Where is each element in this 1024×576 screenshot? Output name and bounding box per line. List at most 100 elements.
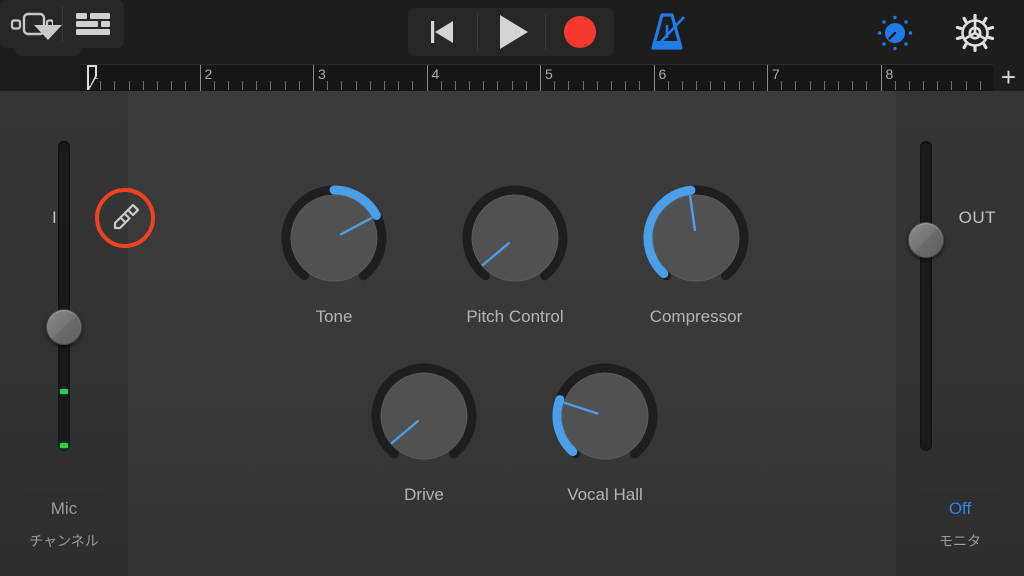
rewind-button[interactable] (408, 8, 477, 56)
ruler-beat-tick (128, 81, 130, 90)
garageband-window: 12345678 + IN (0, 0, 1024, 576)
ruler-beat-tick (156, 81, 158, 90)
fx-controls-button[interactable] (873, 12, 917, 54)
ruler-bar-tick (767, 65, 768, 92)
rewind-to-start-icon (431, 21, 454, 43)
input-meter-segment (60, 443, 68, 448)
ruler-beat-tick (866, 81, 868, 90)
monitor-button[interactable]: Off (915, 492, 1005, 525)
knob-label-drive: Drive (404, 485, 444, 504)
ruler-beat-tick (242, 81, 244, 90)
play-button[interactable] (476, 8, 546, 56)
knob-drive[interactable]: Drive (362, 354, 486, 505)
ruler-beat-tick (923, 81, 925, 90)
knob-label-pitch-control: Pitch Control (466, 307, 564, 326)
channel-button[interactable]: Mic (19, 492, 109, 525)
input-strip: IN Mic チャンネル (0, 91, 155, 576)
metronome-icon (651, 13, 685, 50)
output-level-slider[interactable] (908, 141, 944, 451)
ruler-bar-tick (313, 65, 314, 92)
ruler-beat-tick (951, 81, 953, 90)
knob-dial-pitch-control[interactable] (453, 176, 577, 300)
jack-plug-glyph (113, 203, 140, 230)
ruler-bar-tick (653, 65, 655, 92)
slider-thumb[interactable] (46, 309, 82, 345)
ruler-beat-tick (809, 81, 811, 90)
top-toolbar (0, 0, 1024, 64)
ruler-beat-tick (738, 81, 740, 90)
ruler-beat-tick (681, 81, 683, 90)
ruler-beat-tick (483, 81, 485, 90)
ruler-beat-tick (894, 81, 896, 90)
view-mode-segmented-control (0, 0, 124, 48)
ruler-beat-tick (298, 81, 300, 90)
knob-dial-drive[interactable] (362, 354, 486, 478)
metronome-button[interactable] (645, 10, 691, 54)
knob-compressor[interactable]: Compressor (634, 176, 758, 327)
record-button[interactable] (545, 8, 614, 56)
knob-dial-tone[interactable] (272, 176, 396, 300)
ruler-beat-tick (171, 81, 173, 90)
ruler-beat-tick (596, 81, 598, 90)
ruler-beat-tick (582, 81, 584, 90)
output-strip: OUT Off モニタ (896, 91, 1024, 576)
ruler-bar-tick (426, 65, 428, 92)
tracks-view-icon (76, 13, 110, 35)
instrument-view-icon (10, 12, 53, 36)
ruler-beat-tick (369, 81, 371, 90)
ruler-bar-number: 2 (204, 66, 213, 82)
ruler-beat-tick (142, 81, 144, 90)
ruler-beat-tick (710, 81, 712, 90)
knob-pitch-control[interactable]: Pitch Control (453, 176, 577, 327)
ruler-beat-tick (398, 81, 400, 90)
ruler-bar-tick (199, 65, 201, 92)
knob-dial-compressor[interactable] (634, 176, 758, 300)
knob-dial-vocal-hall[interactable] (543, 354, 667, 478)
ruler-beat-tick (667, 81, 669, 90)
playhead[interactable] (86, 64, 100, 91)
gear-icon (955, 13, 995, 53)
input-level-slider[interactable] (46, 141, 82, 451)
settings-button[interactable] (953, 12, 997, 54)
knob-tone[interactable]: Tone (272, 176, 396, 327)
sidebar-item-instrument-view[interactable] (0, 0, 62, 48)
ruler-beat-tick (114, 81, 116, 90)
play-icon (499, 15, 528, 49)
ruler-beat-tick (937, 81, 939, 90)
slider-track (58, 141, 70, 451)
ruler-beat-tick (625, 81, 627, 90)
channel-caption: チャンネル (29, 533, 99, 549)
ruler-beat-tick (724, 81, 726, 90)
ruler-beat-tick (454, 81, 456, 90)
ruler-beat-tick (469, 81, 471, 90)
ruler-beat-tick (965, 81, 967, 90)
knob-label-vocal-hall: Vocal Hall (567, 485, 643, 504)
ruler-beat-tick (440, 81, 442, 90)
slider-thumb[interactable] (908, 222, 944, 259)
ruler-beat-tick (979, 81, 981, 90)
fx-knob-icon (877, 15, 913, 51)
ruler-beat-tick (185, 81, 187, 90)
ruler-bar-number: 6 (658, 66, 667, 82)
ruler-beat-tick (852, 81, 854, 90)
ruler-strip[interactable]: 12345678 (80, 64, 993, 92)
knob-label-compressor: Compressor (649, 307, 743, 326)
ruler-beat-tick (213, 81, 215, 90)
ruler-beat-tick (610, 81, 612, 90)
ruler-bar-tick (540, 65, 541, 92)
ruler-bar-number: 8 (885, 66, 894, 82)
ruler-beat-tick (696, 81, 698, 90)
ruler-bar-number: 7 (772, 66, 780, 82)
add-section-button[interactable]: + (1001, 64, 1016, 90)
ruler-beat-tick (256, 81, 258, 90)
audio-jack-icon[interactable] (95, 188, 155, 248)
record-icon (563, 16, 596, 48)
ruler-beat-tick (270, 81, 272, 90)
ruler-beat-tick (823, 81, 825, 90)
ruler-beat-tick (511, 81, 513, 90)
ruler-bar-tick (880, 65, 882, 92)
slider-track (920, 141, 932, 451)
knob-vocal-hall[interactable]: Vocal Hall (543, 354, 667, 505)
ruler-beat-tick (525, 81, 527, 90)
sidebar-item-tracks-view[interactable] (62, 0, 124, 48)
